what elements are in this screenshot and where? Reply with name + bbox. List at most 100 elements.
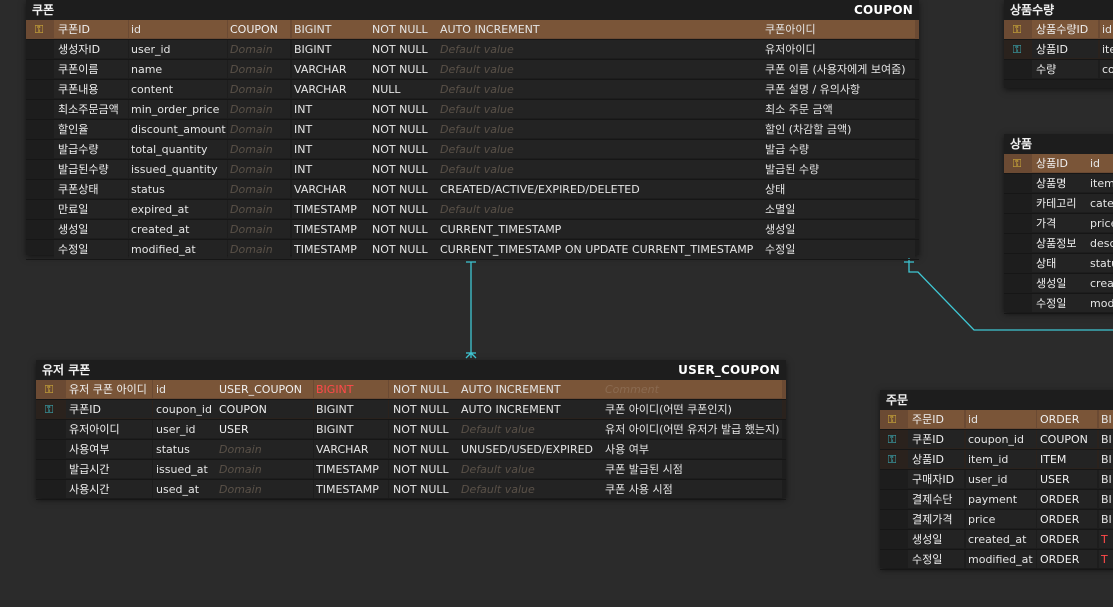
type-cell: VARCHAR xyxy=(294,183,347,196)
column-name-cell: modified_at xyxy=(968,553,1033,566)
table-row[interactable]: 최소주문금액 min_order_price Domain INT NOT NULL De… xyxy=(26,100,919,120)
default-cell: CURRENT_TIMESTAMP ON UPDATE CURRENT_TIME… xyxy=(440,243,754,256)
table-row[interactable]: 구매자ID user_id USER BI xyxy=(880,470,1113,490)
table-row[interactable]: ⚿ 상품수량ID id xyxy=(1004,20,1113,40)
comment-cell: 쿠폰 사용 시점 xyxy=(605,483,673,496)
table-row[interactable]: 발급수량 total_quantity Domain INT NOT NULL Defau… xyxy=(26,140,919,160)
table-row[interactable]: 상품명 item xyxy=(1004,174,1113,194)
comment-cell: 수정일 xyxy=(765,243,796,256)
physical-name-cell: 상품ID xyxy=(1036,157,1068,170)
physical-name-cell: 최소주문금액 xyxy=(58,103,119,116)
physical-name-cell: 가격 xyxy=(1036,217,1057,230)
entity-user-coupon[interactable]: 유저 쿠폰 USER_COUPON ⚿ 유저 쿠폰 아이디 id USER_COUPO… xyxy=(36,360,786,500)
key-icon: ⚿ xyxy=(887,453,897,466)
table-row[interactable]: ⚿ 쿠폰ID id COUPON BIGINT NOT NULL AUTO INCREMEN… xyxy=(26,20,919,40)
domain-cell: Domain xyxy=(219,443,262,456)
domain-cell: ORDER xyxy=(1040,513,1080,526)
physical-name-cell: 상품ID xyxy=(912,453,944,466)
table-row[interactable]: 사용여부 status Domain VARCHAR NOT NULL UNUSED/US… xyxy=(36,440,786,460)
table-row[interactable]: 수정일 mod xyxy=(1004,294,1113,314)
type-cell: VARCHAR xyxy=(316,443,369,456)
physical-name-cell: 만료일 xyxy=(58,203,89,216)
physical-name-cell: 생성자ID xyxy=(58,43,101,56)
column-name-cell: id xyxy=(156,383,167,396)
physical-name-cell: 상품명 xyxy=(1036,177,1067,190)
comment-cell: 쿠폰아이디 xyxy=(765,23,816,36)
table-row[interactable]: 발급된수량 issued_quantity Domain INT NOT NULL Def… xyxy=(26,160,919,180)
entity-header: 쿠폰 COUPON xyxy=(26,0,919,20)
table-row[interactable]: 생성일 created_at ORDER T xyxy=(880,530,1113,550)
table-row[interactable]: ⚿ 상품ID id xyxy=(1004,154,1113,174)
entity-order[interactable]: 주문 ⚿ 주문ID id ORDER BI ⚿ 쿠폰ID coupon_id COUPON BI ⚿… xyxy=(880,390,1113,570)
table-row[interactable]: 쿠폰이름 name Domain VARCHAR NOT NULL Default val… xyxy=(26,60,919,80)
table-row[interactable]: ⚿ 쿠폰ID coupon_id COUPON BI xyxy=(880,430,1113,450)
table-row[interactable]: 생성일 crea xyxy=(1004,274,1113,294)
entity-physical-name: 주문 xyxy=(886,393,909,407)
domain-cell: Domain xyxy=(230,63,273,76)
table-row[interactable]: ⚿ 상품ID ite xyxy=(1004,40,1113,60)
comment-cell: 생성일 xyxy=(765,223,796,236)
column-list: ⚿ 쿠폰ID id COUPON BIGINT NOT NULL AUTO INCREMEN… xyxy=(26,20,919,260)
column-name-cell: id xyxy=(1102,23,1113,36)
table-row[interactable]: 할인율 discount_amount Domain INT NOT NULL Defau… xyxy=(26,120,919,140)
table-row[interactable]: 생성일 created_at Domain TIMESTAMP NOT NULL CURR… xyxy=(26,220,919,240)
table-row[interactable]: 생성자ID user_id Domain BIGINT NOT NULL Default … xyxy=(26,40,919,60)
entity-item[interactable]: 상품 ⚿ 상품ID id 상품명 item 카테고리 cate 가격 price 상품정보 desc… xyxy=(1004,134,1113,314)
comment-cell: Comment xyxy=(605,383,659,396)
table-row[interactable]: 사용시간 used_at Domain TIMESTAMP NOT NULL Defaul… xyxy=(36,480,786,500)
type-cell: TIMESTAMP xyxy=(316,483,379,496)
table-row[interactable]: 수정일 modified_at Domain TIMESTAMP NOT NULL CUR… xyxy=(26,240,919,260)
physical-name-cell: 상품정보 xyxy=(1036,237,1077,250)
column-name-cell: cate xyxy=(1090,197,1113,210)
table-row[interactable]: ⚿ 상품ID item_id ITEM BI xyxy=(880,450,1113,470)
null-cell: NOT NULL xyxy=(372,203,428,216)
table-row[interactable]: 상품정보 desc xyxy=(1004,234,1113,254)
table-row[interactable]: 유저아이디 user_id USER BIGINT NOT NULL Default va… xyxy=(36,420,786,440)
entity-item-quantity[interactable]: 상품수량 ⚿ 상품수량ID id ⚿ 상품ID ite 수량 co xyxy=(1004,0,1113,88)
column-name-cell: price xyxy=(1090,217,1113,230)
table-row[interactable]: 쿠폰내용 content Domain VARCHAR NULL Default valu… xyxy=(26,80,919,100)
table-row[interactable]: 수정일 modified_at ORDER T xyxy=(880,550,1113,570)
table-row[interactable]: 만료일 expired_at Domain TIMESTAMP NOT NULL Defa… xyxy=(26,200,919,220)
table-row[interactable]: 상태 statu xyxy=(1004,254,1113,274)
table-row[interactable]: ⚿ 주문ID id ORDER BI xyxy=(880,410,1113,430)
column-name-cell: coupon_id xyxy=(968,433,1024,446)
key-icon: ⚿ xyxy=(34,23,44,36)
comment-cell: 유저 아이디(어떤 유저가 발급 했는지) xyxy=(605,423,780,436)
domain-cell: ORDER xyxy=(1040,413,1080,426)
column-name-cell: user_id xyxy=(156,423,196,436)
domain-cell: Domain xyxy=(219,463,262,476)
table-row[interactable]: ⚿ 유저 쿠폰 아이디 id USER_COUPON BIGINT NOT NULL AUT… xyxy=(36,380,786,400)
comment-cell: 발급 수량 xyxy=(765,143,809,156)
default-cell: AUTO INCREMENT xyxy=(461,403,561,416)
default-cell: Default value xyxy=(461,483,535,496)
table-row[interactable]: 발급시간 issued_at Domain TIMESTAMP NOT NULL Defa… xyxy=(36,460,786,480)
column-name-cell: statu xyxy=(1090,257,1113,270)
table-row[interactable]: 결제가격 price ORDER BI xyxy=(880,510,1113,530)
table-row[interactable]: ⚿ 쿠폰ID coupon_id COUPON BIGINT NOT NULL AUTO I… xyxy=(36,400,786,420)
table-row[interactable]: 카테고리 cate xyxy=(1004,194,1113,214)
type-cell: TIMESTAMP xyxy=(294,243,357,256)
physical-name-cell: 주문ID xyxy=(912,413,944,426)
physical-name-cell: 구매자ID xyxy=(912,473,955,486)
domain-cell: Domain xyxy=(230,163,273,176)
comment-cell: 최소 주문 금액 xyxy=(765,103,833,116)
default-cell: Default value xyxy=(461,463,535,476)
column-name-cell: id xyxy=(1090,157,1101,170)
physical-name-cell: 상품ID xyxy=(1036,43,1068,56)
table-row[interactable]: 쿠폰상태 status Domain VARCHAR NOT NULL CREATED/A… xyxy=(26,180,919,200)
table-row[interactable]: 결제수단 payment ORDER BI xyxy=(880,490,1113,510)
physical-name-cell: 카테고리 xyxy=(1036,197,1077,210)
table-row[interactable]: 가격 price xyxy=(1004,214,1113,234)
physical-name-cell: 상태 xyxy=(1036,257,1057,270)
physical-name-cell: 생성일 xyxy=(1036,277,1067,290)
column-name-cell: user_id xyxy=(968,473,1008,486)
table-row[interactable]: 수량 co xyxy=(1004,60,1113,80)
type-cell: BI xyxy=(1101,433,1112,446)
type-cell: TIMESTAMP xyxy=(316,463,379,476)
entity-logical-name: COUPON xyxy=(854,3,913,17)
type-cell: BI xyxy=(1101,473,1112,486)
entity-coupon[interactable]: 쿠폰 COUPON ⚿ 쿠폰ID id COUPON BIGINT NOT NULL AUT… xyxy=(26,0,919,260)
domain-cell: USER xyxy=(1040,473,1070,486)
comment-cell: 쿠폰 설명 / 유의사항 xyxy=(765,83,861,96)
